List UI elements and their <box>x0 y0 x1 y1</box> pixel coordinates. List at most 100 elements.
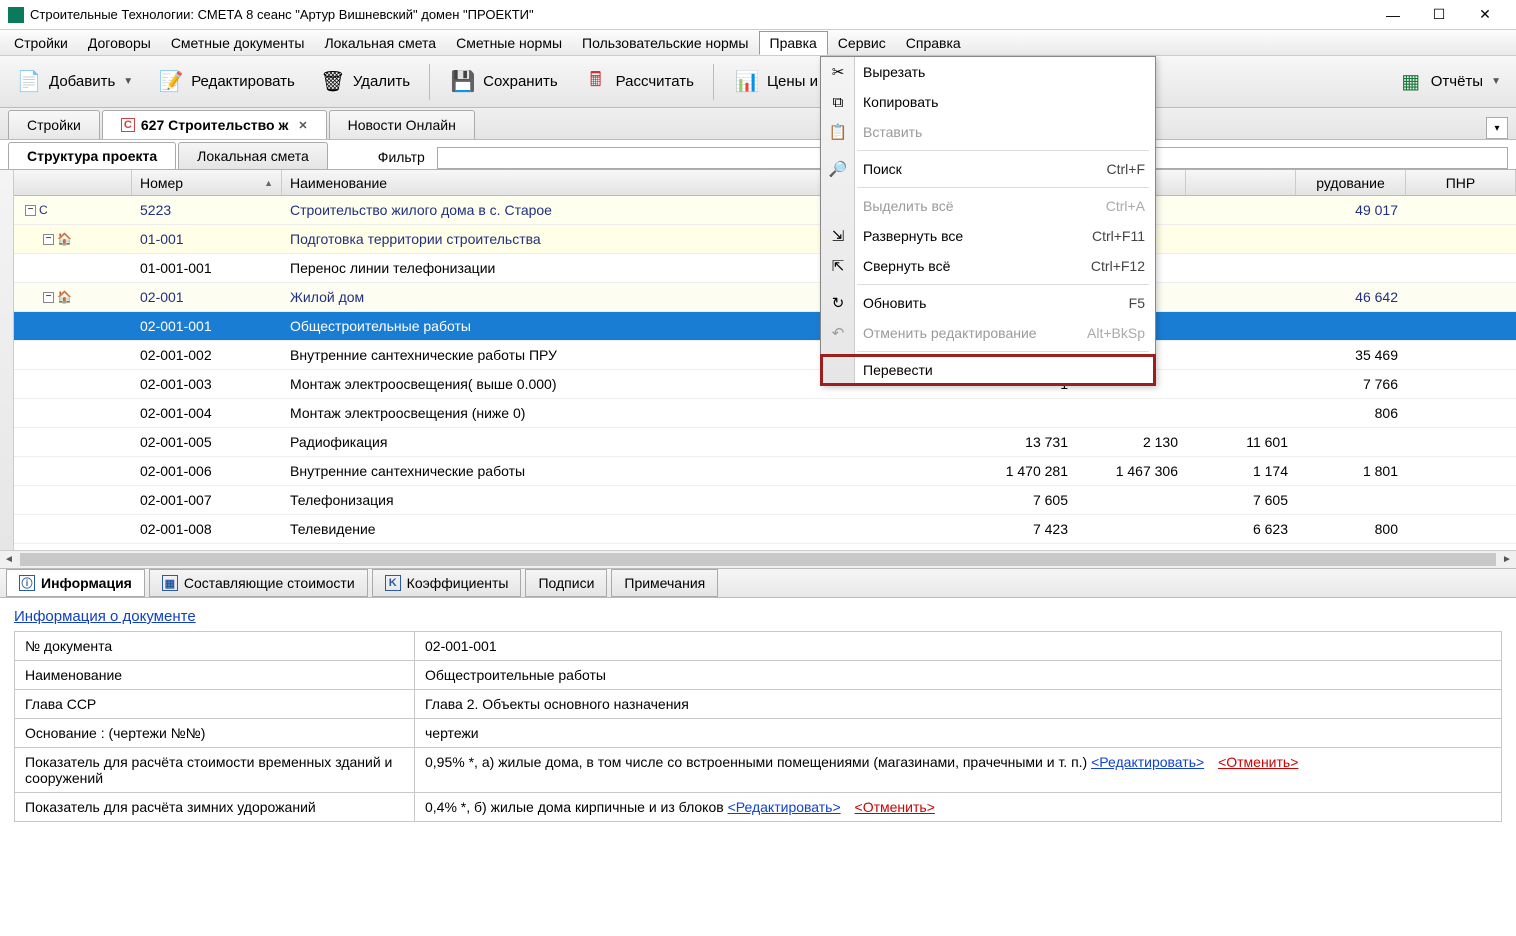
cell-c3 <box>1076 498 1186 502</box>
doc-tab-1[interactable]: С627 Строительство ж✕ <box>102 110 327 139</box>
menu-item-1[interactable]: Договоры <box>78 32 161 54</box>
cell-total: 7 605 <box>966 490 1076 510</box>
column-header-number[interactable]: Номер▲ <box>132 170 282 195</box>
cell-number: 02-001-005 <box>132 432 282 452</box>
close-icon[interactable]: ✕ <box>298 119 307 132</box>
menu-item-icon: ↻ <box>827 294 849 312</box>
cell-total: 13 731 <box>966 432 1076 452</box>
info-value: 0,95% *, а) жилые дома, в том числе со в… <box>415 748 1502 793</box>
save-button[interactable]: 💾 Сохранить <box>440 63 567 101</box>
menu-item: Выделить всёCtrl+A <box>821 191 1155 221</box>
toolbar-divider <box>429 64 430 100</box>
cell-pnr <box>1406 440 1516 444</box>
cell-number: 02-001-002 <box>132 345 282 365</box>
edit-button[interactable]: 📝 Редактировать <box>148 63 304 101</box>
edit-link[interactable]: <Редактировать> <box>728 799 841 815</box>
minimize-button[interactable]: — <box>1370 1 1416 29</box>
cancel-link[interactable]: <Отменить> <box>855 799 935 815</box>
info-row: № документа02-001-001 <box>15 632 1502 661</box>
menu-item-8[interactable]: Справка <box>896 32 971 54</box>
delete-button[interactable]: 🗑 Удалить <box>310 63 419 101</box>
chart-icon: 📊 <box>733 68 761 96</box>
menu-item-4[interactable]: Сметные нормы <box>446 32 572 54</box>
table-row[interactable]: 02-001-004Монтаж электроосвещения (ниже … <box>14 399 1516 428</box>
menu-item[interactable]: Перевести <box>821 355 1155 385</box>
menu-item-5[interactable]: Пользовательские нормы <box>572 32 758 54</box>
menu-item[interactable]: ⧉Копировать <box>821 87 1155 117</box>
add-button[interactable]: 📄 Добавить ▼ <box>6 63 142 101</box>
menu-item: 📋Вставить <box>821 117 1155 147</box>
menu-item-icon: ⇲ <box>827 227 849 245</box>
menu-item-6[interactable]: Правка <box>759 31 828 55</box>
bottom-tab-4[interactable]: Примечания <box>611 569 718 597</box>
table-row[interactable]: 02-001-008Телевидение7 4236 623800 <box>14 515 1516 544</box>
column-header-c4[interactable] <box>1186 170 1296 195</box>
close-button[interactable]: ✕ <box>1462 1 1508 29</box>
menu-item-2[interactable]: Сметные документы <box>161 32 315 54</box>
cell-equip: 800 <box>1296 519 1406 539</box>
cell-name: Телевидение <box>282 519 966 539</box>
doc-tab-2[interactable]: Новости Онлайн <box>329 110 475 139</box>
cell-equip: 35 469 <box>1296 345 1406 365</box>
bottom-tab-2[interactable]: KКоэффициенты <box>372 569 522 597</box>
info-title: Информация о документе <box>14 608 1502 625</box>
scroll-right-icon[interactable]: ► <box>1498 551 1516 568</box>
table-row[interactable]: −🏠01-001Подготовка территории строительс… <box>14 225 1516 254</box>
column-header-pnr[interactable]: ПНР <box>1406 170 1516 195</box>
menu-item[interactable]: 🔎ПоискCtrl+F <box>821 154 1155 184</box>
menu-item[interactable]: ✂Вырезать <box>821 57 1155 87</box>
excel-icon: ▦ <box>1397 68 1425 96</box>
sort-icon: ▲ <box>264 178 273 188</box>
menu-item-3[interactable]: Локальная смета <box>314 32 446 54</box>
scroll-thumb[interactable] <box>20 553 1496 566</box>
cell-pnr <box>1406 208 1516 212</box>
tabs-more-button[interactable]: ▾ <box>1486 117 1508 139</box>
table-row[interactable]: 01-001-001Перенос линии телефонизации <box>14 254 1516 283</box>
menu-item-0[interactable]: Стройки <box>4 32 78 54</box>
table-row[interactable]: 02-001-007Телефонизация7 6057 605 <box>14 486 1516 515</box>
maximize-button[interactable]: ☐ <box>1416 1 1462 29</box>
bottom-tab-1[interactable]: ▦Составляющие стоимости <box>149 569 368 597</box>
table-row[interactable]: −🏠02-001Жилой дом17 1446 642 <box>14 283 1516 312</box>
table-row[interactable]: 02-001-002Внутренние сантехнические рабо… <box>14 341 1516 370</box>
doc-tab-0[interactable]: Стройки <box>8 110 100 139</box>
reports-button[interactable]: ▦ Отчёты ▼ <box>1388 63 1510 101</box>
edit-link[interactable]: <Редактировать> <box>1091 754 1204 770</box>
info-table: № документа02-001-001НаименованиеОбщестр… <box>14 631 1502 822</box>
table-row[interactable]: 02-001-005Радиофикация13 7312 13011 601 <box>14 428 1516 457</box>
row-type-icon: С <box>39 203 55 217</box>
expand-icon[interactable]: − <box>43 234 54 245</box>
view-tab-1[interactable]: Локальная смета <box>178 142 328 169</box>
cancel-link[interactable]: <Отменить> <box>1218 754 1298 770</box>
scroll-left-icon[interactable]: ◄ <box>0 551 18 568</box>
cell-number: 5223 <box>132 200 282 220</box>
menu-item-7[interactable]: Сервис <box>828 32 896 54</box>
view-tab-0[interactable]: Структура проекта <box>8 142 176 169</box>
cell-c4: 7 605 <box>1186 490 1296 510</box>
bottom-tab-label: Составляющие стоимости <box>184 575 355 591</box>
info-row: Глава ССРГлава 2. Объекты основного назн… <box>15 690 1502 719</box>
cell-pnr <box>1406 324 1516 328</box>
save-label: Сохранить <box>483 73 558 90</box>
bottom-tab-3[interactable]: Подписи <box>525 569 607 597</box>
menu-item[interactable]: ⇲Развернуть всеCtrl+F11 <box>821 221 1155 251</box>
bottom-tab-0[interactable]: ⓘИнформация <box>6 569 145 597</box>
cell-total: 1 470 281 <box>966 461 1076 481</box>
horizontal-scrollbar[interactable]: ◄ ► <box>0 550 1516 568</box>
calc-button[interactable]: 🖩 Рассчитать <box>573 63 703 101</box>
expand-icon[interactable]: − <box>25 205 36 216</box>
column-header-tree[interactable] <box>14 170 132 195</box>
cell-pnr <box>1406 353 1516 357</box>
expand-icon[interactable]: − <box>43 292 54 303</box>
table-row[interactable]: 02-001-006Внутренние сантехнические рабо… <box>14 457 1516 486</box>
menu-item[interactable]: ⇱Свернуть всёCtrl+F12 <box>821 251 1155 281</box>
grid: Номер▲ Наименование Всего рудование ПНР … <box>14 170 1516 550</box>
chevron-down-icon: ▼ <box>123 76 133 87</box>
table-row[interactable]: 02-001-001Общестроительные работы15 22 <box>14 312 1516 341</box>
menu-item-icon: ↶ <box>827 324 849 342</box>
table-row[interactable]: −С5223Строительство жилого дома в с. Ста… <box>14 196 1516 225</box>
column-header-equip[interactable]: рудование <box>1296 170 1406 195</box>
cell-equip: 1 801 <box>1296 461 1406 481</box>
menu-item[interactable]: ↻ОбновитьF5 <box>821 288 1155 318</box>
table-row[interactable]: 02-001-003Монтаж электроосвещения( выше … <box>14 370 1516 399</box>
